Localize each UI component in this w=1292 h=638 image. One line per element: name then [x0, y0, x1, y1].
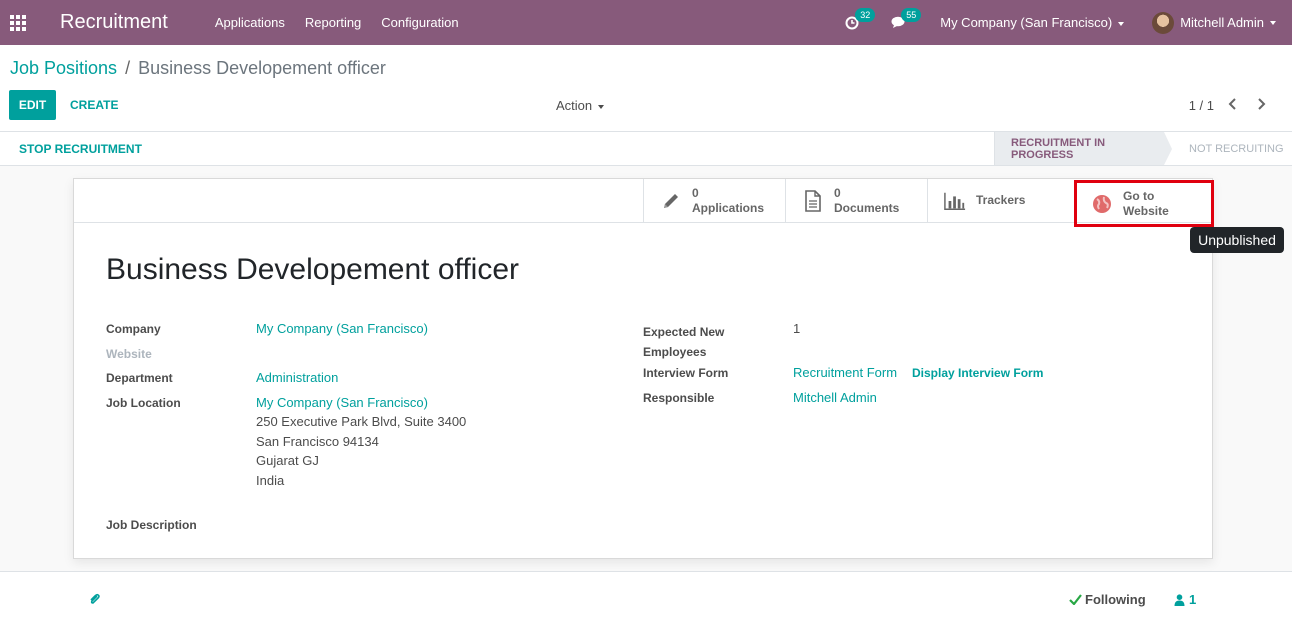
applications-text: 0 Applications [692, 186, 764, 216]
user-name: Mitchell Admin [1180, 15, 1264, 30]
globe-icon [1091, 193, 1113, 215]
bar-chart-icon [944, 190, 966, 212]
address-line: Gujarat GJ [256, 453, 319, 468]
trackers-label: Trackers [976, 193, 1026, 207]
following-button[interactable]: Following [1069, 592, 1146, 607]
unpublished-tooltip: Unpublished [1190, 227, 1284, 253]
job-description-label: Job Description [106, 518, 197, 532]
stage-not-recruiting[interactable]: NOT RECRUITING [1189, 132, 1284, 165]
check-icon [1069, 594, 1082, 605]
chevron-left-icon[interactable] [1226, 97, 1240, 111]
activity-badge: 32 [855, 7, 876, 22]
app-title[interactable]: Recruitment [60, 11, 168, 34]
expected-label-line-1: Expected New [643, 325, 725, 339]
job-location-value: My Company (San Francisco) 250 Executive… [256, 395, 466, 490]
expected-label-line-2: Employees [643, 345, 707, 359]
menu-applications[interactable]: Applications [215, 15, 285, 30]
breadcrumb-job-positions[interactable]: Job Positions [10, 58, 117, 79]
documents-smart-button[interactable]: 0 Documents [785, 179, 927, 222]
breadcrumb-separator: / [125, 58, 131, 78]
main-menu: Applications Reporting Configuration [215, 15, 479, 30]
documents-count: 0 [834, 185, 841, 200]
followers-button[interactable]: 1 [1174, 592, 1196, 607]
company-name: My Company (San Francisco) [940, 15, 1113, 30]
create-button[interactable]: CREATE [70, 90, 118, 120]
stage-recruitment-in-progress[interactable]: RECRUITMENT IN PROGRESS [994, 132, 1172, 165]
address-line: 250 Executive Park Blvd, Suite 3400 [256, 414, 467, 429]
stop-recruitment-button[interactable]: STOP RECRUITMENT [19, 142, 142, 156]
document-icon [802, 189, 824, 212]
action-dropdown[interactable]: Action [556, 98, 605, 113]
user-icon [1174, 593, 1185, 606]
go-to-website-button[interactable]: Go to Website [1074, 180, 1214, 227]
interview-form-value[interactable]: Recruitment Form [793, 365, 897, 380]
activity-menu[interactable]: 32 [845, 7, 876, 30]
job-location-label: Job Location [106, 396, 181, 410]
form-statusbar: STOP RECRUITMENT RECRUITMENT IN PROGRESS… [0, 132, 1292, 166]
website-text: Go to Website [1123, 189, 1169, 219]
messaging-menu[interactable]: 55 [891, 8, 922, 29]
applications-smart-button[interactable]: 0 Applications [643, 179, 785, 222]
record-title[interactable]: Business Developement officer [106, 253, 519, 287]
display-interview-form-button[interactable]: Display Interview Form [912, 366, 1043, 380]
systray: 32 55 My Company (San Francisco) Mitchel… [845, 0, 1292, 45]
job-location-name[interactable]: My Company (San Francisco) [256, 395, 466, 410]
message-badge: 55 [901, 8, 922, 22]
chevron-down-icon [1118, 21, 1125, 26]
expected-new-employees-value[interactable]: 1 [793, 321, 800, 336]
chevron-right-icon[interactable] [1254, 97, 1268, 111]
website-line-2: Website [1123, 203, 1169, 218]
action-label: Action [556, 98, 593, 113]
trackers-text: Trackers [976, 193, 1025, 208]
applications-label: Applications [692, 200, 765, 215]
interview-form-label: Interview Form [643, 366, 729, 380]
apps-grid-icon [10, 14, 26, 31]
breadcrumb: Job Positions / Business Developement of… [10, 58, 386, 79]
menu-configuration[interactable]: Configuration [381, 15, 458, 30]
documents-text: 0 Documents [834, 186, 899, 216]
address-line: India [256, 472, 285, 488]
chatter-topbar: Following 1 [0, 571, 1292, 638]
responsible-value[interactable]: Mitchell Admin [793, 390, 877, 405]
department-label: Department [106, 371, 173, 385]
applications-count: 0 [692, 185, 699, 200]
breadcrumb-current: Business Developement officer [138, 58, 386, 78]
company-value[interactable]: My Company (San Francisco) [256, 321, 428, 336]
smart-button-box: 0 Applications 0 Documents Trackers Go t… [74, 179, 1214, 227]
chevron-down-icon [598, 104, 605, 109]
department-value[interactable]: Administration [256, 370, 338, 385]
address-line: San Francisco 94134 [256, 433, 379, 449]
following-label: Following [1085, 592, 1146, 607]
company-switcher[interactable]: My Company (San Francisco) [940, 15, 1125, 30]
company-label: Company [106, 322, 161, 336]
trackers-smart-button[interactable]: Trackers [927, 179, 1069, 222]
apps-menu-icon[interactable] [0, 0, 36, 45]
edit-button[interactable]: EDIT [9, 90, 56, 120]
documents-label: Documents [834, 200, 900, 215]
control-panel: Job Positions / Business Developement of… [0, 45, 1292, 132]
website-line-1: Go to [1123, 188, 1155, 203]
user-menu[interactable]: Mitchell Admin [1152, 11, 1276, 34]
avatar [1152, 11, 1175, 34]
followers-count: 1 [1189, 592, 1197, 607]
chevron-down-icon [1270, 20, 1276, 25]
paperclip-icon[interactable] [88, 593, 102, 607]
form-sheet: 0 Applications 0 Documents Trackers Go t… [73, 178, 1214, 559]
pager-value[interactable]: 1 / 1 [1189, 98, 1214, 113]
expected-new-employees-label: Expected New Employees [643, 322, 724, 362]
pencil-icon [660, 190, 682, 212]
menu-reporting[interactable]: Reporting [305, 15, 361, 30]
top-navbar: Recruitment Applications Reporting Confi… [0, 0, 1292, 45]
responsible-label: Responsible [643, 391, 715, 405]
website-label: Website [106, 347, 152, 361]
